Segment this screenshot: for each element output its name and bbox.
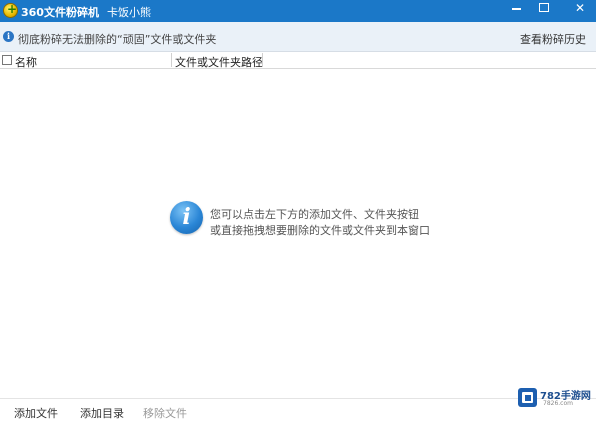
column-header: 名称 文件或文件夹路径 [0,52,596,69]
footer-toolbar: 添加文件 添加目录 移除文件 [0,398,596,423]
close-button[interactable]: ✕ [566,0,594,18]
column-divider[interactable] [262,53,263,67]
watermark-logo-icon [518,388,537,407]
empty-hint-line1: 您可以点击左下方的添加文件、文件夹按钮 [210,208,419,221]
info-message: 彻底粉碎无法删除的“顽固”文件或文件夹 [18,33,217,46]
info-large-icon: i [170,201,203,234]
app-title: 360文件粉碎机 [21,6,99,19]
minimize-button[interactable] [503,0,531,18]
column-divider[interactable] [171,53,172,67]
column-path[interactable]: 文件或文件夹路径 [175,54,263,70]
title-bar: 360文件粉碎机卡饭小熊 ✕ [0,0,596,22]
remove-file-button[interactable]: 移除文件 [143,405,187,421]
empty-hint-line2: 或直接拖拽想要删除的文件或文件夹到本窗口 [210,224,430,237]
watermark: 782手游网 7826.com [516,386,592,410]
app-subtitle: 卡饭小熊 [106,6,151,19]
window-title: 360文件粉碎机 卡饭小熊 [21,4,151,20]
info-bar: i 彻底粉碎无法删除的“顽固”文件或文件夹 查看粉碎历史 [0,22,596,52]
add-directory-button[interactable]: 添加目录 [80,405,124,421]
watermark-url: 7826.com [543,400,573,407]
info-icon: i [3,31,14,42]
add-file-button[interactable]: 添加文件 [14,405,58,421]
app-logo-icon [3,2,18,18]
view-history-link[interactable]: 查看粉碎历史 [520,31,586,47]
column-name[interactable]: 名称 [15,54,37,70]
maximize-button[interactable] [530,0,558,18]
select-all-checkbox[interactable] [2,55,12,65]
